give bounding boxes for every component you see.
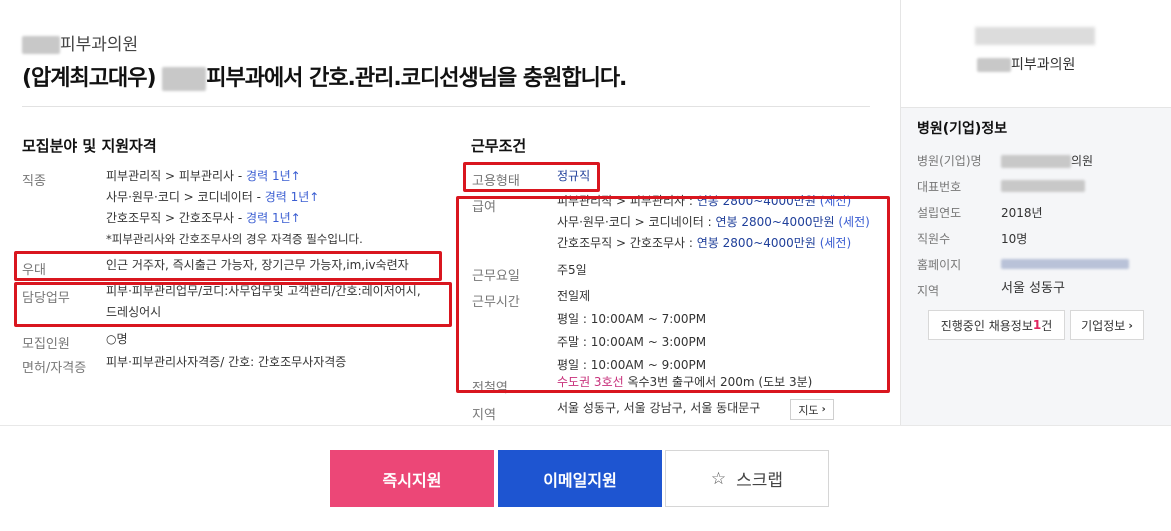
phone-value <box>1001 178 1085 192</box>
map-button[interactable]: 지도 › <box>790 399 834 420</box>
region-label-sidebar: 지역 <box>917 284 940 298</box>
founded-label: 설립연도 <box>917 206 962 220</box>
jobs-count: 1 <box>1032 318 1042 332</box>
homepage-link[interactable] <box>1001 256 1129 270</box>
company-name-label: 병원(기업)명 <box>917 154 982 168</box>
count-label: 모집인원 <box>22 337 70 352</box>
company-name-header[interactable]: 피부과의원 <box>22 30 138 55</box>
field-note: *피부관리사와 간호조무사의 경우 자격증 필수입니다. <box>106 232 363 246</box>
title-divider <box>22 106 870 107</box>
region-label: 지역 <box>472 408 496 423</box>
founded-value: 2018년 <box>1001 206 1043 220</box>
company-logo-card[interactable]: 피부과의원 <box>901 0 1171 108</box>
field-list: 피부관리직 > 피부관리사 - 경력 1년↑ 사무·원무·코디 > 코디네이터 … <box>106 166 363 250</box>
employees-label: 직원수 <box>917 232 951 246</box>
highlight-box-duty <box>14 282 452 327</box>
company-name-value: 의원 <box>1001 152 1093 169</box>
company-info-button[interactable]: 기업정보 › <box>1070 310 1144 340</box>
email-apply-button[interactable]: 이메일지원 <box>498 450 662 507</box>
redacted-text <box>162 67 207 91</box>
license-value: 피부·피부관리사자격증/ 간호: 간호조무사자격증 <box>106 355 347 369</box>
field-item: 사무·원무·코디 > 코디네이터 - 경력 1년↑ <box>106 190 320 204</box>
active-jobs-button[interactable]: 진행중인 채용정보 1건 <box>928 310 1065 340</box>
phone-label: 대표번호 <box>917 180 962 194</box>
region-value-sidebar: 서울 성동구 <box>1001 281 1065 296</box>
homepage-label: 홈페이지 <box>917 258 962 272</box>
redacted-text <box>1001 155 1071 168</box>
highlight-box-pref <box>14 251 442 281</box>
conditions-section-title: 근무조건 <box>471 137 527 155</box>
redacted-text <box>977 58 1011 72</box>
count-value: ○명 <box>106 332 128 346</box>
apply-now-button[interactable]: 즉시지원 <box>330 450 494 507</box>
field-item: 피부관리직 > 피부관리사 - 경력 1년↑ <box>106 169 301 183</box>
job-detail-main: 피부과의원 (압계최고대우) 피부과에서 간호.관리.코디선생님을 충원합니다.… <box>0 0 900 425</box>
company-logo-name: 피부과의원 <box>977 54 1075 74</box>
highlight-box-conditions <box>456 196 890 393</box>
employees-value: 10명 <box>1001 232 1028 246</box>
company-logo <box>975 27 1095 45</box>
chevron-right-icon: › <box>1128 318 1133 332</box>
scrap-button[interactable]: ☆ 스크랩 <box>665 450 829 507</box>
license-label: 면허/자격증 <box>22 361 87 376</box>
job-title: (압계최고대우) 피부과에서 간호.관리.코디선생님을 충원합니다. <box>22 66 627 91</box>
field-label: 직종 <box>22 174 46 189</box>
company-sidebar: 피부과의원 병원(기업)정보 병원(기업)명 의원 대표번호 설립연도 2018… <box>900 0 1171 425</box>
star-icon: ☆ <box>710 468 727 489</box>
region-value: 서울 성동구, 서울 강남구, 서울 동대문구 <box>557 401 761 415</box>
highlight-box-employment <box>463 162 600 192</box>
redacted-text <box>22 36 60 54</box>
recruit-section-title: 모집분야 및 지원자격 <box>22 137 157 155</box>
company-info-title: 병원(기업)정보 <box>917 121 1008 137</box>
chevron-right-icon: › <box>821 404 826 415</box>
field-item: 간호조무직 > 간호조무사 - 경력 1년↑ <box>106 211 301 225</box>
